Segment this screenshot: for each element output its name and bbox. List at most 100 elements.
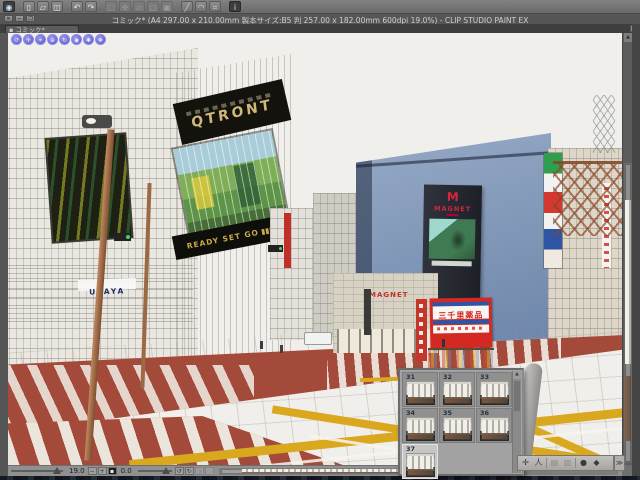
vertical-scrollbar[interactable]: ▲: [622, 33, 632, 465]
vertical-scrollbar-thumb[interactable]: [624, 163, 632, 463]
material-number: 33: [480, 373, 490, 381]
zoom-in-icon[interactable]: +: [97, 467, 107, 475]
canvas-3d-scene[interactable]: QTRONT READY SET GO ▮▮▮▮ UTAYA M MAGNET: [8, 33, 622, 465]
magnet-tower-screen: [428, 218, 476, 260]
open-file-icon[interactable]: ▱: [37, 1, 49, 12]
antenna-tower: [593, 95, 615, 153]
fit-screen-icon[interactable]: ▪: [107, 467, 117, 475]
zoom-out-icon[interactable]: −: [87, 467, 97, 475]
material-thumbnail: [406, 453, 435, 477]
material-item-32[interactable]: 32: [439, 372, 475, 407]
pose-mannequin-icon[interactable]: 人: [533, 457, 544, 469]
object-rotate-icon[interactable]: ↻: [59, 34, 70, 45]
material-thumbnail: [406, 417, 435, 441]
traffic-light-left: [114, 233, 131, 241]
document-tab-bar: [0, 24, 640, 33]
close-icon[interactable]: ✕: [4, 15, 13, 22]
camera-pan-icon[interactable]: ✛: [23, 34, 34, 45]
scroll-up-icon[interactable]: ▲: [624, 33, 632, 42]
reset-view-icon[interactable]: ▭: [204, 467, 214, 475]
material-thumbnail: [480, 381, 509, 405]
material-item-36[interactable]: 36: [476, 408, 512, 443]
pedestrian: [260, 341, 263, 349]
deselect-icon: ▣: [161, 1, 173, 12]
magnet-tower-sign-text: MAGNET: [433, 204, 472, 214]
material-number: 35: [443, 409, 453, 417]
materials-grid: 31 32 33 34 35 36 37: [402, 372, 514, 479]
drugstore-banner-vertical: [416, 299, 427, 361]
undo-icon[interactable]: ↶: [71, 1, 83, 12]
scale-rotate-icon: ⬚: [105, 1, 117, 12]
zoom-slider-knob[interactable]: [53, 467, 61, 474]
sign-vertical-red-center: [284, 213, 291, 268]
redo-icon[interactable]: ↷: [85, 1, 97, 12]
materials-panel: 31 32 33 34 35 36 37 ▲: [398, 368, 524, 479]
focus-subject-icon[interactable]: ✛: [520, 457, 531, 469]
snap-special-ruler-icon[interactable]: ◠: [195, 1, 207, 12]
rotate-cw-icon[interactable]: ↻: [184, 467, 194, 475]
clip-studio-logo-icon[interactable]: ◉: [3, 1, 15, 12]
restore-icon[interactable]: ❐: [26, 15, 35, 22]
document-tab[interactable]: ▪ コミック*: [5, 25, 79, 34]
more-options-icon[interactable]: ≫: [614, 455, 625, 471]
street-lamp-head: [82, 115, 112, 128]
object-settings-icon[interactable]: ❖: [95, 34, 106, 45]
object-control-bar: ↺ ✛ ⌖ ⊕ ↻ ◉ ✱ ❖: [11, 34, 106, 45]
material-item-35[interactable]: 35: [439, 408, 475, 443]
material-thumbnail: [480, 417, 509, 441]
drugstore-sign: 三千里薬品: [429, 297, 493, 349]
material-number: 34: [406, 409, 416, 417]
select-area-icon: ▢: [147, 1, 159, 12]
save-file-icon[interactable]: ◫: [51, 1, 63, 12]
vehicle-van: [304, 332, 332, 345]
pedestrian: [442, 339, 445, 347]
rotation-value: 0.0: [120, 467, 132, 475]
zoom-slider[interactable]: [11, 467, 63, 474]
snap-ruler-icon[interactable]: ╱: [181, 1, 193, 12]
snap-grid-icon[interactable]: ⌗: [209, 1, 221, 12]
scrollbar-thumb[interactable]: [514, 381, 520, 411]
object-move-icon[interactable]: ⊕: [47, 34, 58, 45]
window-right-edge: [632, 24, 640, 476]
material-thumbnail: [406, 381, 435, 405]
light-preset-icon[interactable]: ▥: [562, 457, 573, 469]
move-layer-icon: ✛: [119, 1, 131, 12]
material-item-34[interactable]: 34: [402, 408, 438, 443]
camera-rotate-icon[interactable]: ↺: [11, 34, 22, 45]
camera-zoom-icon[interactable]: ⌖: [35, 34, 46, 45]
material-thumbnail: [443, 381, 472, 405]
window-bottom-strip: [0, 476, 640, 480]
material-item-33[interactable]: 33: [476, 372, 512, 407]
material-number: 31: [406, 373, 416, 381]
material-item-31[interactable]: 31: [402, 372, 438, 407]
material-item-37-selected[interactable]: 37: [402, 444, 438, 479]
object-snap-icon[interactable]: ◉: [71, 34, 82, 45]
minimize-icon[interactable]: ─: [15, 15, 24, 22]
scroll-up-icon[interactable]: ▲: [513, 371, 521, 379]
signal-pole-right: [364, 289, 371, 335]
transform-icon: ▱: [133, 1, 145, 12]
shop-sign-text: UTAYA: [88, 286, 126, 297]
magnet-wall-sign-text: MAGNET: [369, 291, 409, 299]
material-sphere-icon[interactable]: ●: [578, 457, 589, 469]
magnet-logo: M: [446, 189, 459, 205]
edit-texture-icon[interactable]: ◆: [591, 457, 602, 469]
new-file-icon[interactable]: ▯: [23, 1, 35, 12]
rotation-slider-knob[interactable]: [161, 467, 170, 474]
main-toolbar: ◉ ▯ ▱ ◫ ↶ ↷ ⬚ ✛ ▱ ▢ ▣ ╱ ◠ ⌗ i: [0, 0, 640, 14]
shop-sign-band: UTAYA: [77, 277, 137, 297]
camera-preset-icon[interactable]: ▤: [549, 457, 560, 469]
billboard-left-dark: [46, 134, 132, 242]
traffic-light-center: [268, 245, 283, 252]
flip-horizontal-icon[interactable]: ◑: [194, 467, 204, 475]
object-light-icon[interactable]: ✱: [83, 34, 94, 45]
canvas-left-edge: [0, 33, 8, 476]
info-icon[interactable]: i: [229, 1, 241, 12]
zoom-value: 19.0: [69, 467, 85, 475]
rotation-slider[interactable]: [137, 467, 172, 474]
material-number: 37: [406, 445, 416, 453]
material-number: 32: [443, 373, 453, 381]
rotate-ccw-icon[interactable]: ↺: [174, 467, 184, 475]
object-launcher-bar: ✛ 人 ▤ ▥ ● ◆: [517, 455, 614, 471]
pedestrian: [280, 345, 283, 353]
